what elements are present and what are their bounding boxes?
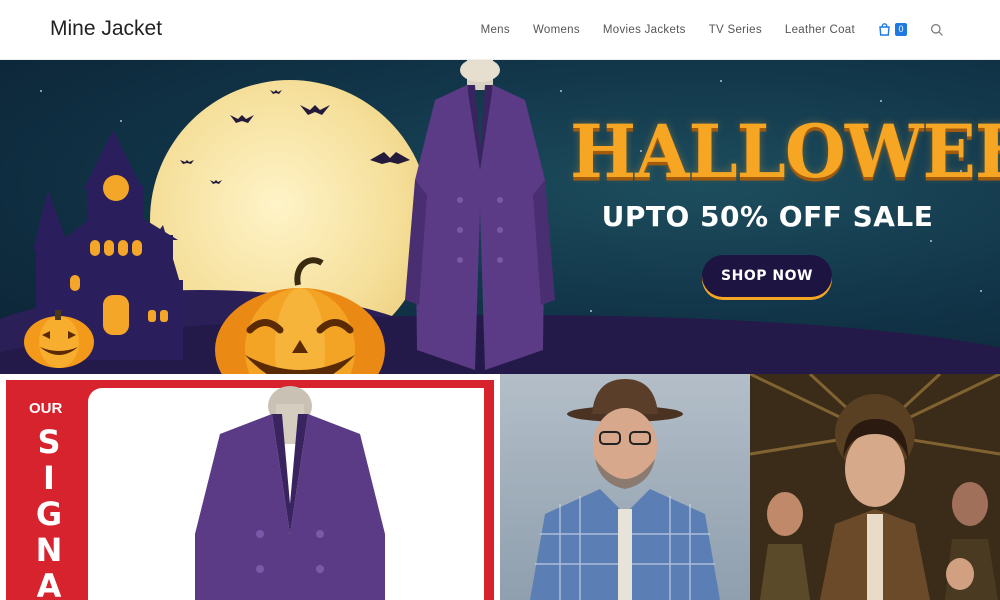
shop-now-button[interactable]: SHOP NOW — [702, 255, 832, 297]
loki-poster-image — [750, 374, 1000, 600]
nav-item-leather-coat[interactable]: Leather Coat — [785, 24, 855, 36]
halloween-sale-banner[interactable]: HALLOWEEN UPTO 50% OFF SALE SHOP NOW — [0, 60, 1000, 374]
nav-item-mens[interactable]: Mens — [481, 24, 510, 36]
signature-vertical-text: S I G N A — [35, 423, 63, 600]
main-nav: Mens Womens Movies Jackets TV Series Lea… — [481, 0, 944, 60]
signature-label-top: OUR — [29, 400, 63, 417]
search-icon[interactable] — [930, 23, 944, 37]
nav-item-womens[interactable]: Womens — [533, 24, 580, 36]
movie-poster-tile[interactable] — [750, 374, 1000, 600]
site-header: Mine Jacket Mens Womens Movies Jackets T… — [0, 0, 1000, 60]
tv-series-jacket-tile[interactable] — [500, 374, 750, 600]
halloween-headline: HALLOWEEN — [570, 107, 1000, 196]
signature-collection-tile[interactable]: OUR S I G N A — [0, 374, 500, 600]
nav-item-tv-series[interactable]: TV Series — [709, 24, 762, 36]
nav-item-movies-jackets[interactable]: Movies Jackets — [603, 24, 686, 36]
man-in-blue-jacket-image — [500, 374, 750, 600]
shopping-bag-icon — [879, 23, 890, 36]
featured-collections: OUR S I G N A — [0, 374, 1000, 600]
cart-button[interactable]: 0 — [878, 22, 910, 38]
sale-subheadline: UPTO 50% OFF SALE — [601, 200, 934, 233]
bats-illustration — [180, 90, 410, 184]
cart-count-badge: 0 — [895, 23, 907, 36]
purple-trench-coat-image — [405, 60, 555, 370]
small-pumpkin-illustration — [24, 310, 94, 368]
jack-o-lantern-illustration — [215, 257, 385, 374]
site-logo[interactable]: Mine Jacket — [50, 17, 162, 41]
purple-leather-coat-image — [195, 386, 385, 600]
